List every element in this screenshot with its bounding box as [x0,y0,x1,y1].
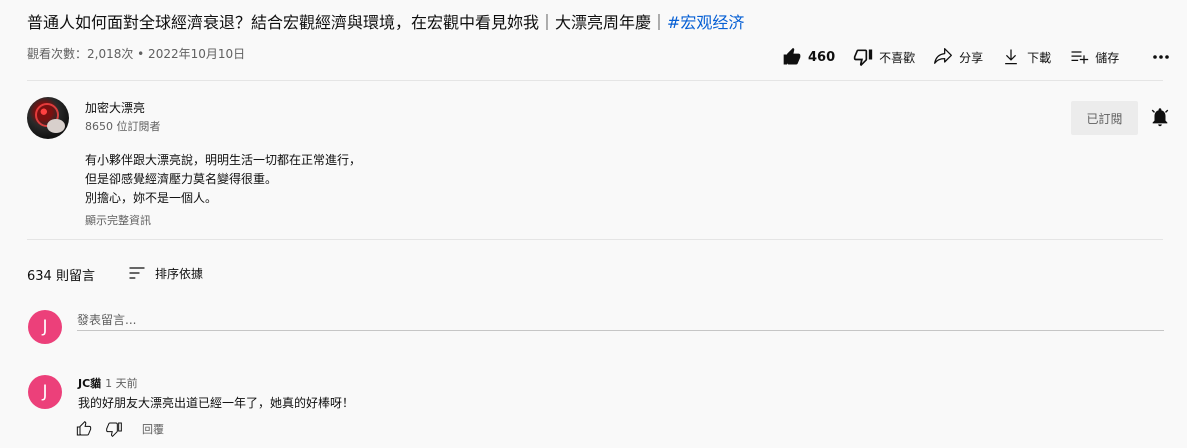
more-horiz-icon [1153,55,1169,59]
like-count: 460 [808,49,836,65]
show-more-button[interactable]: 顯示完整資訊 [85,212,151,228]
user-avatar: J [28,310,62,344]
channel-avatar[interactable] [27,97,69,139]
description-line: 別擔心，妳不是一個人。 [85,191,218,205]
share-icon [934,48,953,64]
comment-dislike-icon[interactable] [106,421,122,437]
more-actions-button[interactable] [1150,48,1172,66]
comment-actions: 回覆 [76,421,164,437]
download-button[interactable]: 下載 [1001,47,1051,67]
like-button[interactable]: 460 [782,47,835,67]
divider [27,80,1163,81]
reply-button[interactable]: 回覆 [142,421,164,437]
download-icon [1005,49,1018,65]
description-line: 有小夥伴跟大漂亮說，明明生活一切都在正常進行， [85,153,362,167]
video-title-text: 普通人如何面對全球經濟衰退？結合宏觀經濟與環境，在宏觀中看見妳我｜大漂亮周年慶｜ [27,13,668,32]
subscribed-button[interactable]: 已訂閱 [1071,101,1138,135]
video-description: 有小夥伴跟大漂亮說，明明生活一切都在正常進行， 但是卻感覺經濟壓力莫名變得很重。… [85,151,361,208]
download-label: 下載 [1027,50,1052,65]
comment-text: 我的好朋友大漂亮出道已經一年了，她真的好棒呀！ [78,396,355,410]
commenter-avatar[interactable]: J [28,375,62,409]
channel-name[interactable]: 加密大漂亮 [85,99,145,116]
video-title: 普通人如何面對全球經濟衰退？結合宏觀經濟與環境，在宏觀中看見妳我｜大漂亮周年慶｜… [27,12,744,34]
bell-icon [1151,108,1169,127]
sort-button[interactable]: 排序依據 [127,263,203,283]
comment-author[interactable]: JC貓 [78,377,101,390]
comment-like-icon[interactable] [76,421,92,437]
comment-header: JC貓 1 天前 [78,375,138,391]
description-line: 但是卻感覺經濟壓力莫名變得很重。 [85,172,278,186]
save-label: 儲存 [1095,50,1120,65]
sort-icon [129,267,145,279]
save-button[interactable]: 儲存 [1069,47,1119,67]
add-comment-input[interactable] [77,309,1164,331]
view-count-date: 觀看次數：2,018次 • 2022年10月10日 [27,47,246,61]
thumb-up-icon [783,47,801,65]
video-actions: 460 不喜歡 分享 下載 儲存 [782,44,1137,70]
share-label: 分享 [959,50,984,65]
comment-count: 634 則留言 [27,269,95,284]
divider [27,239,1163,240]
notification-bell-button[interactable] [1149,106,1171,128]
subscriber-count: 8650 位訂閱者 [85,120,161,133]
dislike-button[interactable]: 不喜歡 [853,47,915,67]
share-button[interactable]: 分享 [933,47,983,67]
comment-time[interactable]: 1 天前 [105,377,138,390]
sort-label: 排序依據 [155,266,204,281]
thumb-down-icon [853,49,873,67]
playlist-add-icon [1071,51,1089,64]
hashtag-link[interactable]: #宏观经济 [667,13,744,32]
dislike-label: 不喜歡 [879,50,916,65]
